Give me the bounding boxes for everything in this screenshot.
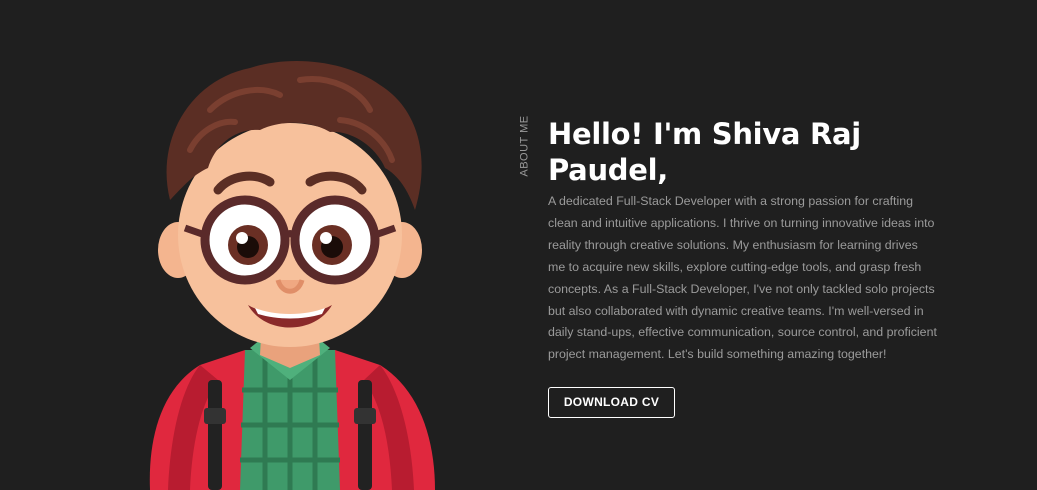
about-section: ABOUT ME Hello! I'm Shiva Raj Paudel, A … (0, 0, 1037, 490)
about-me-label: ABOUT ME (505, 115, 545, 177)
bio-paragraph: A dedicated Full-Stack Developer with a … (548, 194, 937, 362)
download-cv-button[interactable]: DOWNLOAD CV (548, 387, 675, 419)
page-title: Hello! I'm Shiva Raj Paudel, (548, 117, 861, 187)
avatar-illustration (130, 50, 450, 490)
section-label-text: ABOUT ME (519, 115, 532, 177)
about-content: Hello! I'm Shiva Raj Paudel, A dedicated… (548, 116, 938, 419)
